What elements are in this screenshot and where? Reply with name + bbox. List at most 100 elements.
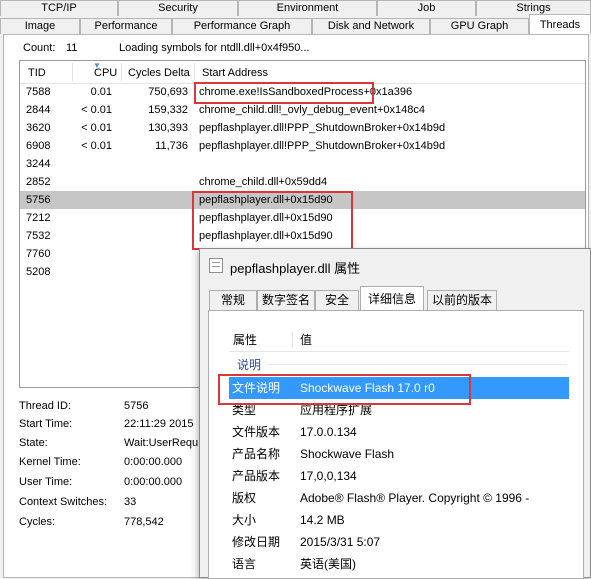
thread-info-label: Context Switches: [19,496,108,508]
highlight-box-sandbox [194,82,374,104]
thread-tid: 5756 [26,194,51,206]
dialog-tab-digital-signatures[interactable]: 数字签名 [257,290,315,310]
details-row[interactable]: 文件版本 17.0.0.134 [229,421,569,443]
tab-security[interactable]: Security [118,0,238,16]
thread-tid: 7532 [26,230,51,242]
col-divider[interactable] [72,63,73,81]
col-divider[interactable] [121,63,122,81]
details-value: 英语(美国) [300,557,356,571]
thread-info-value: 22:11:29 2015 [124,418,194,430]
thread-info-value: Wait:UserRequ [124,437,199,449]
header-property[interactable]: 属性 [233,329,257,351]
highlight-box-file-description [218,374,471,405]
tab-performance[interactable]: Performance [80,18,172,34]
details-key: 大小 [232,513,257,527]
thread-cycles-delta: 159,332 [148,104,188,116]
tab-job[interactable]: Job [377,0,476,16]
col-divider[interactable] [194,63,195,81]
count-value: 11 [66,42,78,54]
thread-tid: 7760 [26,248,51,260]
details-row[interactable]: 语言 英语(美国) [229,553,569,575]
loading-status: Loading symbols for ntdll.dll+0x4f950... [119,42,310,54]
start-address-text: pepflashplayer.dll!PPP_ShutdownBroker+0x… [199,140,446,152]
thread-info-label: Kernel Time: [19,456,81,468]
details-value: 17.0.0.134 [300,425,357,439]
dialog-title: pepflashplayer.dll 属性 [230,261,361,276]
thread-cpu: 0.01 [90,86,112,98]
col-tid[interactable]: TID [28,67,46,79]
thread-tid: 2844 [26,104,51,116]
thread-cpu: < 0.01 [81,122,112,134]
thread-cycles-delta: 11,736 [155,140,188,152]
thread-info-label: Cycles: [19,516,56,528]
details-value: Adobe® Flash® Player. Copyright © 1996 - [300,491,530,505]
col-cpu[interactable]: CPU [94,67,117,79]
thread-list-header: TID ▼ CPU Cycles Delta Start Address [20,61,585,84]
thread-start-address: pepflashplayer.dll!PPP_ShutdownBroker+0x… [199,137,445,155]
details-panel: 属性 值 说明 文件说明 Shockwave Flash 17.0 r0 类型 应用程… [208,310,584,579]
thread-info-label: User Time: [19,476,73,488]
tab-disk-and-network[interactable]: Disk and Network [312,18,430,34]
thread-info-value: 0:00:00.000 [124,476,183,488]
dialog-tab-previous-versions[interactable]: 以前的版本 [427,290,497,310]
tab-row-2: Image Performance Performance Graph Disk… [0,14,591,34]
thread-info-label: State: [19,437,48,449]
thread-start-address: pepflashplayer.dll!PPP_ShutdownBroker+0x… [199,119,445,137]
details-key: 产品名称 [232,447,281,461]
col-start-address[interactable]: Start Address [202,67,268,79]
tab-performance-graph[interactable]: Performance Graph [172,18,312,34]
thread-info-value: 0:00:00.000 [124,456,183,468]
tab-threads[interactable]: Threads [529,14,591,34]
thread-info-value: 5756 [124,400,149,412]
details-row[interactable]: 大小 14.2 MB [229,509,569,531]
dialog-tab-security[interactable]: 安全 [315,290,359,310]
start-address-text: chrome_child.dll!_ovly_debug_event+0x148… [199,104,425,116]
thread-tid: 6908 [26,140,51,152]
details-row[interactable]: 产品版本 17,0,0,134 [229,465,569,487]
header-divider[interactable] [292,332,293,348]
details-key: 产品版本 [232,469,281,483]
thread-info-value: 778,542 [124,516,164,528]
thread-start-address: chrome_child.dll+0x59dd4 [199,173,327,191]
tab-environment[interactable]: Environment [238,0,377,16]
thread-tid: 2852 [26,176,51,188]
section-divider [267,364,567,365]
thread-cpu: < 0.01 [81,104,112,116]
highlight-box-pepflash [192,191,353,250]
details-key: 版权 [232,491,257,505]
thread-row[interactable]: 3244 [20,155,585,173]
col-cycles-delta[interactable]: Cycles Delta [128,67,190,79]
details-value: 17,0,0,134 [300,469,357,483]
details-key: 语言 [232,557,257,571]
tab-image[interactable]: Image [0,18,80,34]
tab-tcpip[interactable]: TCP/IP [0,0,118,16]
thread-row[interactable]: 6908 < 0.01 11,736 pepflashplayer.dll!PPP_S… [20,137,585,155]
details-value: Shockwave Flash [300,447,395,461]
thread-tid: 7212 [26,212,51,224]
dialog-tab-general[interactable]: 常规 [209,290,257,310]
details-value: 2015/3/31 5:07 [300,535,381,549]
thread-cpu: < 0.01 [81,140,112,152]
details-header: 属性 值 [229,329,569,352]
thread-row[interactable]: 2852 chrome_child.dll+0x59dd4 [20,173,585,191]
thread-tid: 3244 [26,158,51,170]
tab-row-1: TCP/IP Security Environment Job Strings [0,0,591,16]
file-icon [209,258,223,273]
tab-gpu-graph[interactable]: GPU Graph [430,18,529,34]
details-row[interactable]: 产品名称 Shockwave Flash [229,443,569,465]
dialog-tab-details[interactable]: 详细信息 [360,286,424,311]
details-row[interactable]: 版权 Adobe® Flash® Player. Copyright © 1996… [229,487,569,509]
count-label: Count: [23,42,56,54]
thread-tid: 5208 [26,266,51,278]
thread-info-label: Thread ID: [19,400,71,412]
details-key: 文件版本 [232,425,281,439]
header-value[interactable]: 值 [300,329,312,351]
start-address-text: pepflashplayer.dll!PPP_ShutdownBroker+0x… [199,122,446,134]
section-description: 说明 [237,358,262,372]
details-key: 修改日期 [232,535,281,549]
thread-cycles-delta: 750,693 [148,86,188,98]
details-row[interactable]: 修改日期 2015/3/31 5:07 [229,531,569,553]
thread-tid: 7588 [26,86,51,98]
thread-info-value: 33 [124,496,137,508]
thread-row[interactable]: 3620 < 0.01 130,393 pepflashplayer.dll!PPP_… [20,119,585,137]
